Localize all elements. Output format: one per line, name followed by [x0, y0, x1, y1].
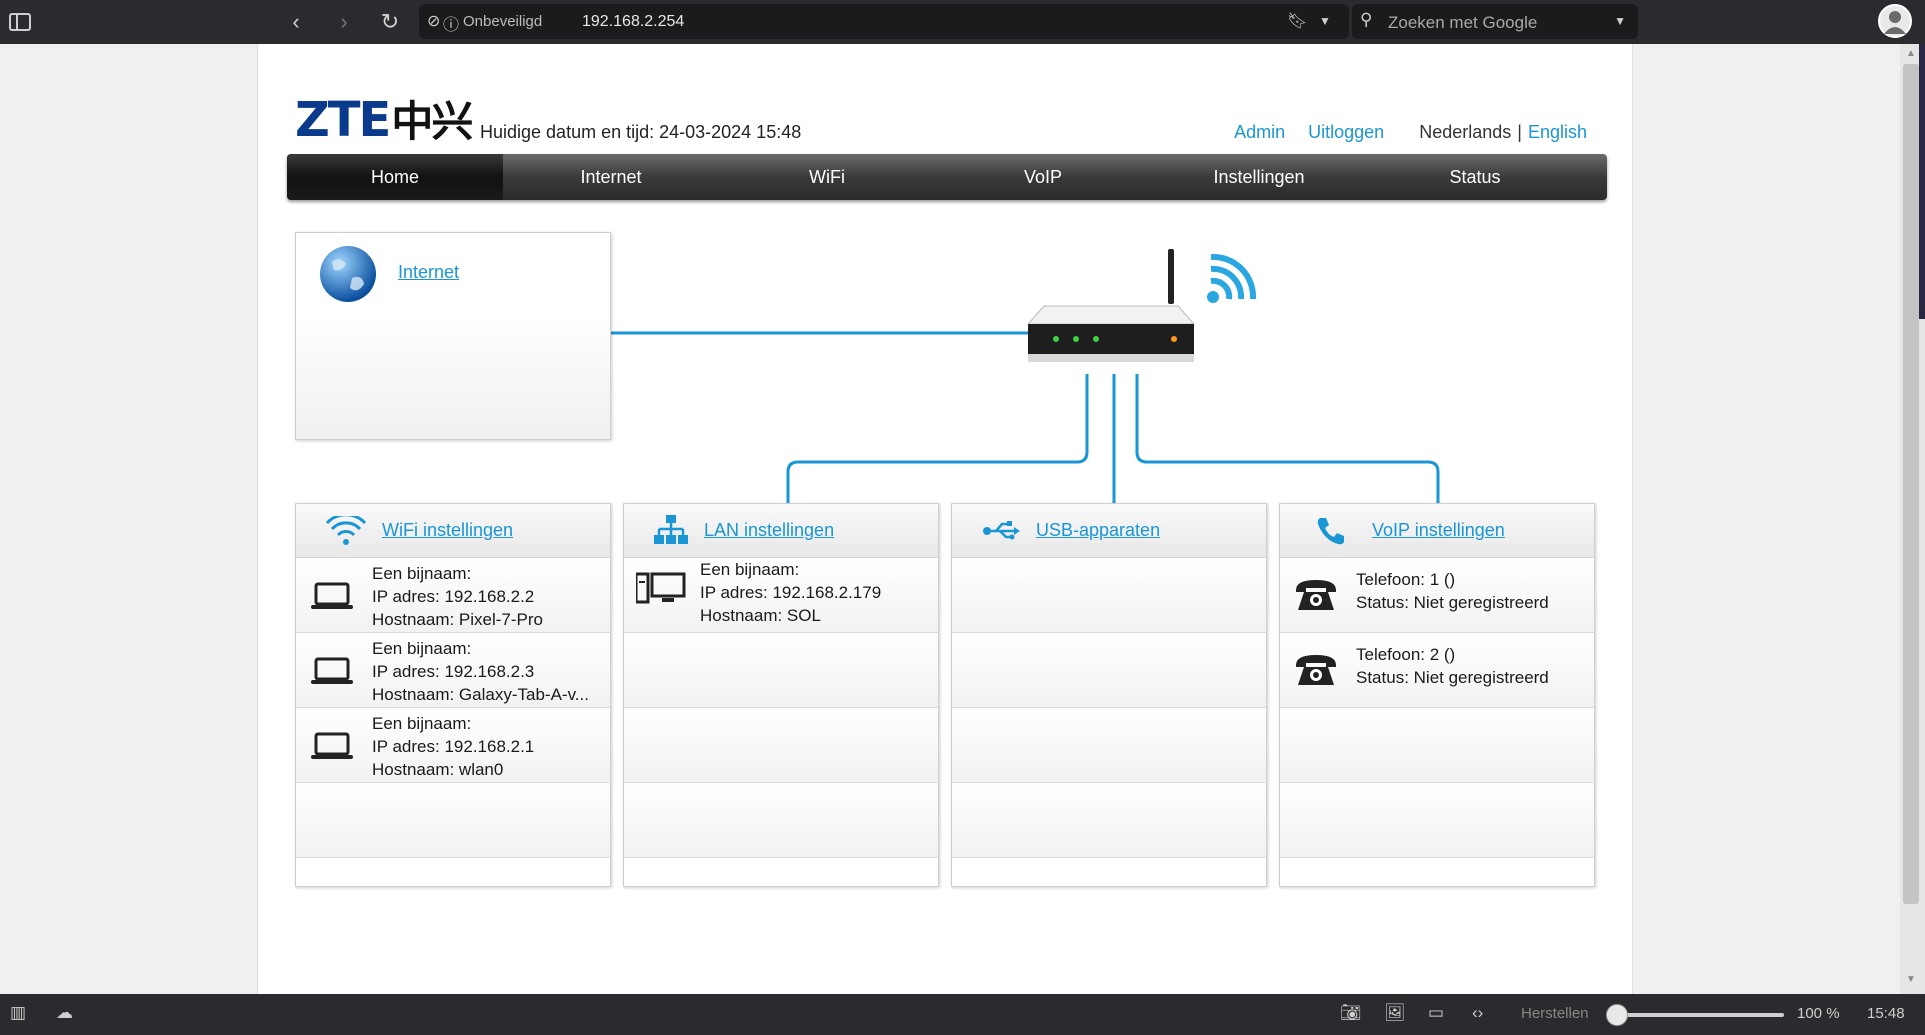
empty-row [624, 708, 938, 783]
device-ip: IP adres: 192.168.2.2 [372, 587, 535, 606]
profile-avatar[interactable] [1878, 4, 1912, 38]
empty-row [952, 708, 1266, 783]
device-hostname: Hostnaam: Pixel-7-Pro [372, 610, 544, 629]
window-edge-accent [1919, 44, 1925, 319]
lan-settings-link[interactable]: LAN instellingen [704, 520, 834, 541]
list-item: Telefoon: 1 () Status: Niet geregistreerd [1280, 558, 1594, 633]
wifi-box: WiFi instellingen Een bijnaam: IP adres: … [295, 503, 611, 887]
router-icon [1028, 249, 1196, 362]
desktop-icon [636, 572, 686, 604]
empty-row [624, 783, 938, 858]
image-icon[interactable]: 🖼︎ [1384, 1003, 1406, 1023]
window-icon[interactable]: ▭ [1428, 1003, 1444, 1023]
empty-row [1280, 783, 1594, 858]
empty-row [952, 633, 1266, 708]
scroll-up-icon[interactable]: ▲ [1906, 48, 1916, 59]
lan-header: LAN instellingen [624, 504, 938, 558]
address-bar[interactable]: ⊘ ⓘ Onbeveiligd 192.168.2.254 🔖︎ ▼ [419, 4, 1349, 39]
device-ip: IP adres: 192.168.2.1 [372, 737, 535, 756]
browser-statusbar: ▥ ☁ 📷︎ 🖼︎ ▭ ‹› Herstellen 100 % 15:48 [0, 994, 1925, 1035]
wifi-header: WiFi instellingen [296, 504, 610, 558]
device-hostname: Hostnaam: SOL [700, 606, 821, 625]
list-item: Een bijnaam: IP adres: 192.168.2.179 Hostn… [624, 558, 938, 633]
device-alias: Een bijnaam: [372, 714, 472, 733]
zoom-slider[interactable] [1606, 1004, 1784, 1026]
internet-box: Internet [295, 232, 611, 440]
chevron-down-icon[interactable]: ▼ [1319, 14, 1331, 28]
search-icon: ⚲ [1360, 10, 1373, 29]
scrollbar-thumb[interactable] [1903, 64, 1919, 904]
wifi-icon [326, 515, 366, 545]
phone-line: Telefoon: 1 () [1356, 570, 1456, 589]
laptop-icon [311, 582, 353, 609]
list-item: Een bijnaam: IP adres: 192.168.2.3 Hostnaa… [296, 633, 610, 708]
phone-status: Status: Niet geregistreerd [1356, 593, 1549, 612]
lan-box: LAN instellingen Een bijnaam: IP adres: 1… [623, 503, 939, 887]
voip-header: VoIP instellingen [1280, 504, 1594, 558]
usb-header: USB-apparaten [952, 504, 1266, 558]
device-alias: Een bijnaam: [700, 560, 800, 579]
scroll-down-icon[interactable]: ▼ [1906, 974, 1916, 985]
empty-row [952, 558, 1266, 633]
usb-devices-link[interactable]: USB-apparaten [1036, 520, 1160, 541]
voip-settings-link[interactable]: VoIP instellingen [1372, 520, 1505, 541]
wifi-settings-link[interactable]: WiFi instellingen [382, 520, 513, 541]
empty-row [1280, 708, 1594, 783]
wireless-signal-icon [1207, 253, 1257, 303]
device-alias: Een bijnaam: [372, 639, 472, 658]
list-item: Een bijnaam: IP adres: 192.168.2.2 Hostnaa… [296, 558, 610, 633]
phone-line: Telefoon: 2 () [1356, 645, 1456, 664]
internet-link[interactable]: Internet [398, 262, 459, 283]
bookmark-icon[interactable]: 🔖︎ [1287, 11, 1307, 31]
forward-icon[interactable]: › [328, 6, 360, 38]
cloud-sync-icon[interactable]: ☁ [56, 1003, 73, 1023]
back-icon[interactable]: ‹ [280, 6, 312, 38]
telephone-icon [1296, 655, 1336, 685]
laptop-icon [311, 732, 353, 759]
globe-icon [320, 246, 376, 302]
usb-box: USB-apparaten [951, 503, 1267, 887]
reload-icon[interactable]: ↻ [374, 6, 406, 38]
sidebar-toggle-icon[interactable] [4, 6, 36, 38]
empty-row [296, 783, 610, 858]
phone-handset-icon [1317, 517, 1344, 544]
info-icon[interactable]: ⓘ [443, 11, 459, 35]
device-ip: IP adres: 192.168.2.3 [372, 662, 535, 681]
zoom-level: 100 % [1797, 1005, 1840, 1022]
browser-toolbar: ‹ › ↻ ⊘ ⓘ Onbeveiligd 192.168.2.254 🔖︎ ▼… [0, 0, 1925, 44]
search-placeholder: Zoeken met Google [1388, 13, 1538, 32]
zoom-reset-button[interactable]: Herstellen [1521, 1005, 1589, 1022]
camera-icon[interactable]: 📷︎ [1340, 1003, 1362, 1023]
code-icon[interactable]: ‹› [1472, 1003, 1483, 1023]
empty-row [624, 633, 938, 708]
url-text[interactable]: 192.168.2.254 [582, 13, 684, 31]
zoom-slider-handle[interactable] [1606, 1004, 1628, 1026]
router-page: ZTE中兴 Huidige datum en tijd: 24-03-2024 … [257, 44, 1633, 994]
voip-box: VoIP instellingen Telefoon: 1 () Status: … [1279, 503, 1595, 887]
list-item: Telefoon: 2 () Status: Niet geregistreerd [1280, 633, 1594, 708]
tracker-shield-icon[interactable]: ⊘ [427, 11, 440, 31]
empty-row [952, 783, 1266, 858]
phone-status: Status: Niet geregistreerd [1356, 668, 1549, 687]
telephone-icon [1296, 580, 1336, 610]
laptop-icon [311, 657, 353, 684]
device-hostname: Hostnaam: Galaxy-Tab-A-v... [372, 685, 589, 704]
network-icon [654, 514, 688, 544]
clock: 15:48 [1867, 1005, 1905, 1022]
search-field[interactable]: ⚲ Zoeken met Google ▼ [1352, 4, 1638, 39]
security-label: Onbeveiligd [463, 13, 543, 30]
device-ip: IP adres: 192.168.2.179 [700, 583, 882, 602]
device-hostname: Hostnaam: wlan0 [372, 760, 504, 779]
panel-toggle-icon[interactable]: ▥ [10, 1003, 26, 1023]
usb-icon [983, 520, 1020, 539]
search-engine-chevron-icon[interactable]: ▼ [1614, 14, 1626, 28]
page-viewport: ZTE中兴 Huidige datum en tijd: 24-03-2024 … [0, 44, 1900, 994]
list-item: Een bijnaam: IP adres: 192.168.2.1 Hostnaa… [296, 708, 610, 783]
device-alias: Een bijnaam: [372, 564, 472, 583]
